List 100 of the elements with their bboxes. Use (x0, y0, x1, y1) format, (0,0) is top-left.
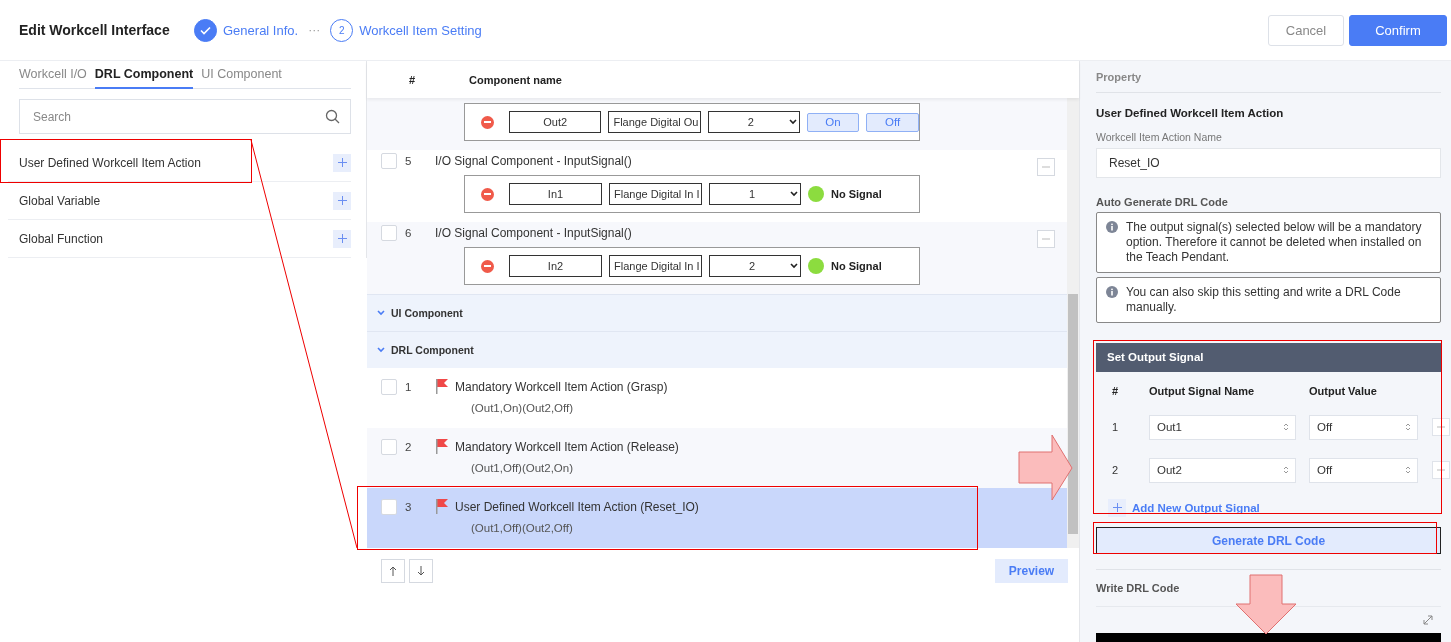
chevron-down-icon (790, 263, 798, 269)
move-down-button[interactable] (409, 559, 433, 583)
minus-icon (1437, 426, 1445, 429)
chevron-down-icon (788, 119, 797, 125)
row-number: 1 (1112, 421, 1120, 434)
remove-icon[interactable] (481, 115, 494, 129)
arrow-down-icon (417, 566, 425, 576)
signal-name-field[interactable]: In2 (509, 255, 602, 277)
component-title: I/O Signal Component - InputSignal() (435, 154, 632, 168)
row-number: 5 (404, 155, 413, 167)
component-item[interactable]: Global Variable (19, 193, 101, 208)
row-number: 6 (404, 227, 413, 239)
tab[interactable]: UI Component (201, 66, 282, 89)
remove-icon[interactable] (481, 187, 494, 201)
component-params: (Out1,Off)(Out2,On) (471, 462, 575, 474)
checkbox[interactable] (381, 438, 397, 455)
updown-icon (1405, 422, 1411, 433)
column-header: Component name (469, 73, 562, 86)
panel-title: Set Output Signal (1107, 351, 1204, 364)
panel-heading: Property (1096, 71, 1441, 93)
add-button[interactable] (333, 153, 351, 172)
signal-name-field[interactable]: In1 (509, 183, 602, 205)
remove-button[interactable] (1432, 461, 1450, 480)
component-title: User Defined Workcell Item Action (Reset_IO) (455, 499, 699, 514)
output-value-select[interactable]: Off (1309, 414, 1418, 440)
tab[interactable]: DRL Component (94, 66, 194, 89)
add-button[interactable] (333, 191, 351, 210)
remove-button[interactable] (1432, 418, 1450, 437)
arrow-up-icon (389, 566, 397, 576)
signal-name-select[interactable]: Out1 (1149, 414, 1296, 440)
minus-icon (1042, 238, 1050, 240)
plus-icon (337, 158, 347, 167)
signal-type-select[interactable]: Flange Digital In I (609, 255, 702, 277)
page-title: Edit Workcell Interface (19, 22, 171, 38)
plus-icon (337, 234, 347, 243)
property-title: User Defined Workcell Item Action (1096, 107, 1285, 119)
row-number: 1 (404, 380, 413, 393)
row-number: 2 (1112, 464, 1120, 477)
section-header[interactable]: UI Component (367, 294, 1067, 331)
scrollbar[interactable] (1067, 98, 1079, 548)
signal-index-select[interactable]: 2 (708, 111, 800, 133)
flag-icon (435, 378, 449, 395)
status-dot (808, 186, 824, 202)
signal-type-select[interactable]: Flange Digital In I (609, 183, 702, 205)
confirm-button[interactable]: Confirm (1349, 14, 1447, 46)
step-separator: ··· (308, 23, 321, 37)
minus-icon (1042, 166, 1050, 168)
section-header[interactable]: DRL Component (367, 331, 1067, 368)
signal-name-select[interactable]: Out2 (1149, 457, 1296, 483)
updown-icon (1405, 465, 1411, 476)
signal-name-field[interactable]: Out2 (508, 111, 602, 133)
add-signal-link[interactable]: Add New Output Signal (1108, 498, 1441, 517)
component-title: Mandatory Workcell Item Action (Grasp) (455, 379, 668, 394)
signal-status: No Signal (831, 188, 882, 200)
remove-icon[interactable] (481, 259, 494, 273)
component-item[interactable]: User Defined Workcell Item Action (19, 155, 201, 170)
row-number: 2 (404, 440, 413, 453)
minus-icon (1437, 469, 1445, 472)
action-name-field[interactable]: Reset_IO (1096, 148, 1441, 178)
section-title: DRL Component (391, 344, 474, 356)
step-label: Workcell Item Setting (359, 22, 482, 38)
move-up-button[interactable] (381, 559, 405, 583)
expand-icon[interactable] (1423, 614, 1433, 625)
search-icon (325, 109, 340, 124)
row-number: 3 (404, 500, 413, 513)
signal-type-select[interactable]: Flange Digital Ou (608, 111, 701, 133)
field-label: Workcell Item Action Name (1096, 131, 1223, 143)
checkbox[interactable] (381, 153, 397, 169)
component-row[interactable]: 3 User Defined Workcell Item Action (Reset_IO) (Out1,Off)(Out2,Off) (367, 488, 1067, 548)
checkbox[interactable] (381, 498, 397, 515)
signal-index-select[interactable]: 1 (709, 183, 801, 205)
column-header: Output Signal Name (1149, 384, 1256, 397)
chevron-down-icon (377, 310, 385, 316)
check-icon (200, 25, 211, 35)
output-value-select[interactable]: Off (1309, 457, 1418, 483)
flag-icon (435, 498, 449, 515)
add-button[interactable] (333, 229, 351, 248)
component-title: Mandatory Workcell Item Action (Release) (455, 439, 679, 454)
section-title: UI Component (391, 307, 463, 319)
signal-index-select[interactable]: 2 (709, 255, 801, 277)
component-item[interactable]: Global Function (19, 231, 104, 246)
flag-icon (435, 438, 449, 455)
cancel-button[interactable]: Cancel (1268, 14, 1344, 46)
tab[interactable]: Workcell I/O (19, 66, 87, 89)
note-text: The output signal(s) selected below will be a mandatory option. Therefore it cannot be deleted when installed on the Teach Pendant. (1126, 219, 1423, 265)
column-header: # (409, 73, 417, 86)
column-header: Output Value (1309, 384, 1378, 397)
search-field[interactable]: Search (19, 99, 351, 134)
updown-icon (1283, 465, 1289, 476)
status-dot (808, 258, 824, 274)
chevron-down-icon (377, 347, 385, 353)
note-text: You can also skip this setting and write a DRL Code manually. (1126, 284, 1402, 315)
component-row[interactable]: 2 Mandatory Workcell Item Action (Release) (Out1,Off)(Out2,On) (367, 428, 1067, 488)
signal-status: No Signal (831, 260, 882, 272)
updown-icon (1283, 422, 1289, 433)
step-indicator: 2 (330, 18, 354, 42)
component-params: (Out1,Off)(Out2,Off) (471, 522, 574, 534)
callout-arrow (1235, 574, 1297, 635)
checkbox[interactable] (381, 225, 397, 241)
checkbox[interactable] (381, 378, 397, 395)
